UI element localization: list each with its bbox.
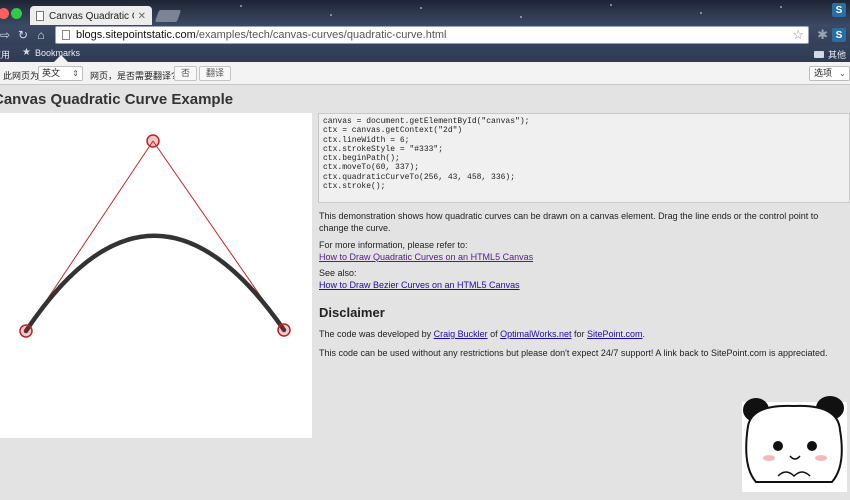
address-bar[interactable]: blogs.sitepointstatic.com /examples/tech… <box>55 26 809 44</box>
translate-button[interactable]: 翻译 <box>199 66 232 81</box>
code-line: ctx.lineWidth = 6; <box>323 135 410 145</box>
code-line: ctx.strokeStyle = "#333"; <box>323 144 444 154</box>
page-icon <box>62 30 70 40</box>
infobar-pointer <box>54 55 68 62</box>
more-info-block: For more information, please refer to: H… <box>319 240 533 263</box>
other-bookmarks[interactable]: 其他 <box>813 48 846 61</box>
extension-icon[interactable]: S <box>832 3 846 17</box>
home-icon[interactable]: ⌂ <box>32 28 50 42</box>
new-tab-button[interactable] <box>154 10 182 22</box>
bookmarks-bar: 应用 ★ Bookmarks 其他 <box>0 45 850 62</box>
tab-title: Canvas Quadratic Curve E <box>49 10 134 22</box>
company-link[interactable]: OptimalWorks.net <box>500 329 571 339</box>
language-select[interactable]: 英文 ⇕ <box>38 66 83 81</box>
code-line: ctx.moveTo(60, 337); <box>323 163 420 173</box>
control-point-handle[interactable] <box>146 134 160 148</box>
url-host: blogs.sitepointstatic.com <box>76 29 196 41</box>
code-line: ctx.quadraticCurveTo(256, 43, 458, 336); <box>323 172 516 182</box>
more-info-label: For more information, please refer to: <box>319 240 468 250</box>
apps-shortcut[interactable]: 应用 <box>0 48 10 61</box>
start-point-handle[interactable] <box>19 324 33 338</box>
bezier-curves-link[interactable]: How to Draw Bezier Curves on an HTML5 Ca… <box>319 280 520 290</box>
tab-active[interactable]: Canvas Quadratic Curve E ✕ <box>30 6 152 25</box>
window-maximize-button[interactable] <box>11 8 22 19</box>
translate-prefix: 此网页为 <box>3 71 40 81</box>
quadratic-curves-link[interactable]: How to Draw Quadratic Curves on an HTML5… <box>319 252 533 262</box>
no-button[interactable]: 否 <box>174 66 198 81</box>
credit-end: . <box>642 329 646 339</box>
code-line: ctx.beginPath(); <box>323 154 400 164</box>
extension-icon[interactable]: S <box>832 28 846 42</box>
browser-toolbar: ⇨ ↻ ⌂ blogs.sitepointstatic.com /example… <box>0 25 850 45</box>
usage-text: This code can be used without any restri… <box>319 348 828 358</box>
options-select[interactable]: 选项 ⌄ <box>809 66 850 81</box>
credit-for: for <box>571 329 587 339</box>
star-icon: ★ <box>22 47 31 58</box>
page-title: Canvas Quadratic Curve Example <box>0 91 234 108</box>
translate-question: 网页，是否需要翻译? <box>90 71 177 81</box>
quadratic-curve <box>23 233 287 334</box>
folder-icon <box>813 51 824 58</box>
select-arrows-icon: ⇕ <box>72 69 79 78</box>
other-bookmarks-label: 其他 <box>827 50 846 60</box>
code-line: canvas = document.getElementById("canvas… <box>323 117 530 126</box>
code-listing: canvas = document.getElementById("canvas… <box>318 113 850 203</box>
code-line: ctx = canvas.getContext("2d") <box>323 126 463 136</box>
sitepoint-link[interactable]: SitePoint.com <box>587 329 643 339</box>
bookmarks-folder[interactable]: ★ Bookmarks <box>22 47 80 58</box>
panda-sticker-image <box>742 396 847 492</box>
window-close-button[interactable] <box>0 8 9 19</box>
page-icon <box>36 11 44 21</box>
reload-icon[interactable]: ↻ <box>14 28 32 42</box>
back-arrow-icon[interactable]: ⇨ <box>0 28 14 42</box>
curve-drawing <box>19 134 291 338</box>
description-text: This demonstration shows how quadratic c… <box>319 211 819 233</box>
author-link[interactable]: Craig Buckler <box>434 329 488 339</box>
language-value: 英文 <box>42 68 61 78</box>
disclaimer-heading: Disclaimer <box>319 305 385 320</box>
see-also-label: See also: <box>319 268 357 278</box>
url-path: /examples/tech/canvas-curves/quadratic-c… <box>195 29 447 41</box>
curve-canvas[interactable] <box>0 113 312 438</box>
tab-close-icon[interactable]: ✕ <box>138 11 146 22</box>
translate-infobar: 此网页为 英文 ⇕ 网页，是否需要翻译? 否 翻译 选项 ⌄ <box>0 55 850 85</box>
bookmark-star-icon[interactable]: ☆ <box>792 27 804 43</box>
developer-credit: The code was developed by Craig Buckler … <box>319 329 645 341</box>
chevron-down-icon: ⌄ <box>839 69 846 78</box>
code-line: ctx.stroke(); <box>323 182 386 192</box>
credit-of: of <box>487 329 501 339</box>
browser-titlebar: Canvas Quadratic Curve E ✕ S <box>0 0 850 25</box>
see-also-block: See also: How to Draw Bezier Curves on a… <box>319 268 520 291</box>
credit-prefix: The code was developed by <box>319 329 434 339</box>
end-point-handle[interactable] <box>277 323 291 337</box>
gear-icon[interactable]: ✱ <box>817 27 828 43</box>
options-label: 选项 <box>814 68 833 78</box>
